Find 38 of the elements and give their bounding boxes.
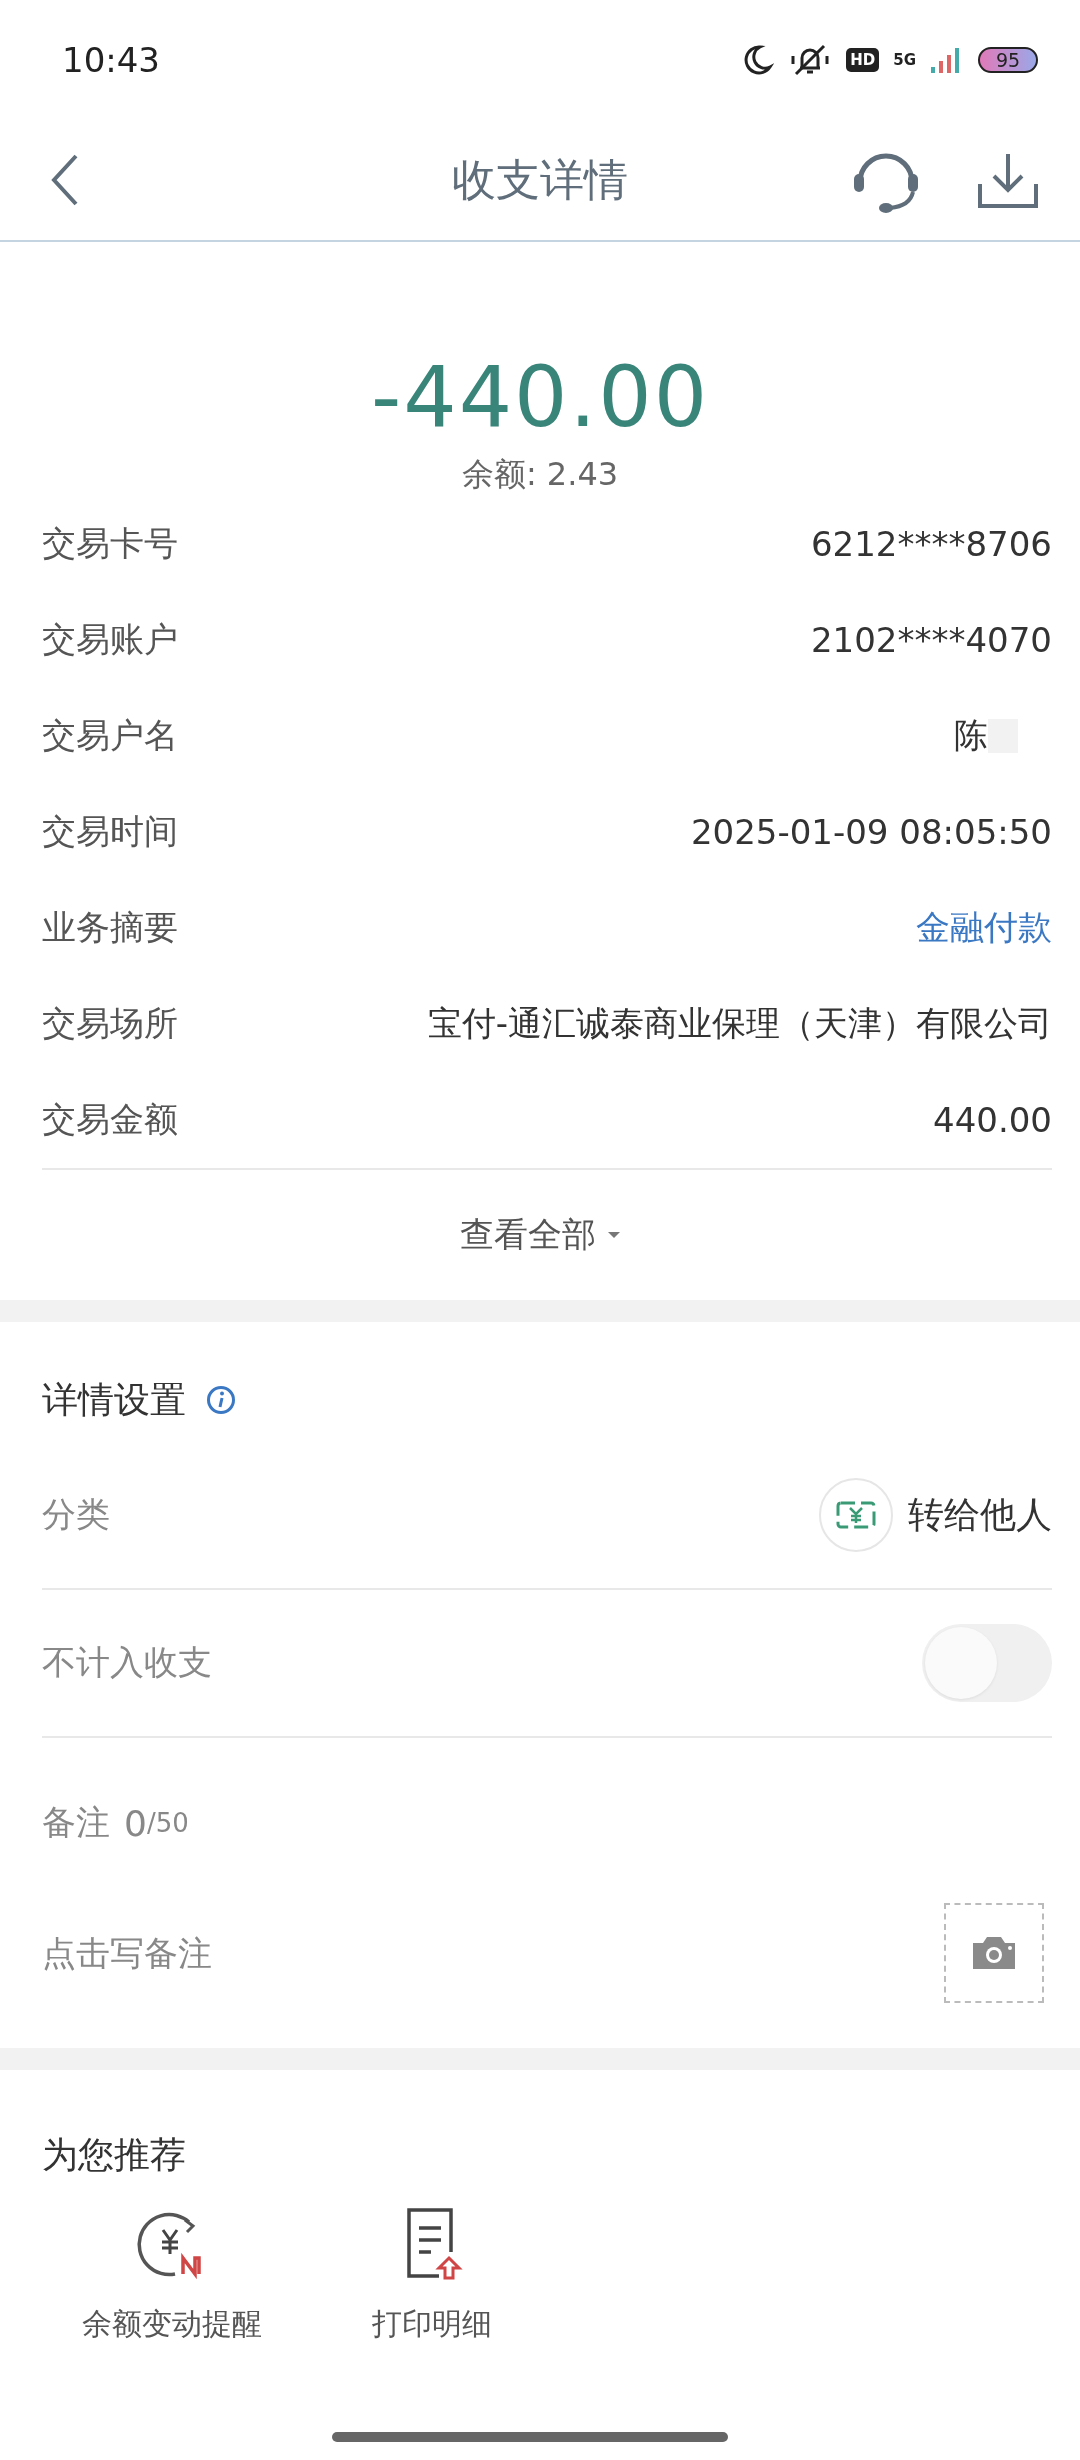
char-limit: /50: [146, 1808, 189, 1838]
category-value[interactable]: 转给他人: [908, 1490, 1052, 1540]
field-label: 分类: [42, 1493, 110, 1536]
shortcut-button[interactable]: 余额变动提醒: [62, 2200, 282, 2345]
field-value: 2025-01-09 08:05:50: [690, 812, 1052, 852]
shortcut-button[interactable]: 打印明细: [322, 2200, 542, 2345]
field-label: 交易时间: [42, 810, 178, 853]
field-link[interactable]: 金融付款: [916, 905, 1052, 951]
field-label: 备注: [42, 1801, 110, 1844]
balance-text: 余额: 2.43: [461, 454, 619, 495]
field-label: 业务摘要: [42, 906, 178, 949]
view-all-link[interactable]: 查看全部: [460, 1212, 596, 1258]
info-icon[interactable]: [206, 1385, 236, 1415]
page-title: 收支详情: [452, 153, 628, 205]
field-label: 不计入收支: [42, 1641, 212, 1684]
hd-badge: HD: [846, 48, 880, 72]
transfer-icon: [818, 1477, 894, 1553]
char-count: 0: [124, 1802, 147, 1844]
field-value: 440.00: [933, 1100, 1052, 1140]
amount: -440.00: [370, 347, 710, 448]
field-value: 陈: [954, 714, 988, 757]
caret-icon: [608, 1232, 620, 1238]
field-value: 宝付-通汇诚泰商业保理（天津）有限公司: [427, 1002, 1052, 1045]
field-label: 交易户名: [42, 714, 178, 757]
field-label: 交易账户: [42, 618, 178, 661]
section-title: 详情设置: [42, 1377, 186, 1422]
clock: 10:43: [62, 40, 160, 80]
field-label: 交易金额: [42, 1098, 178, 1141]
photo-button[interactable]: [944, 1903, 1044, 2003]
field-label: 交易卡号: [42, 522, 178, 565]
section-title: 为您推荐: [42, 2133, 187, 2177]
battery-indicator: 95: [978, 47, 1038, 73]
network-label: 5G: [893, 52, 916, 68]
field-value: 2102****4070: [810, 620, 1052, 660]
field-label: 交易场所: [42, 1002, 178, 1045]
back-button[interactable]: [50, 152, 80, 208]
field-value: 6212****8706: [810, 524, 1052, 564]
note-field[interactable]: 点击写备注: [42, 1933, 542, 1973]
